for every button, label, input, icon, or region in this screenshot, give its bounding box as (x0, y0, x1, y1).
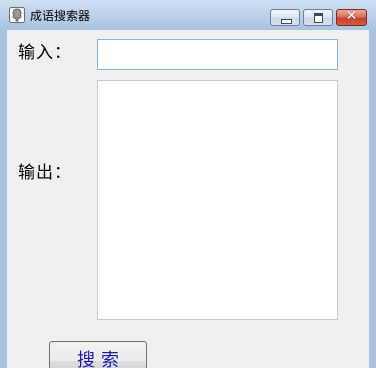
app-window: 成语搜索器 ✕ 输入： 输出： 搜索 (0, 0, 376, 368)
close-button[interactable]: ✕ (336, 8, 367, 26)
minimize-button[interactable] (270, 9, 300, 26)
window-title: 成语搜索器 (30, 9, 91, 23)
maximize-button[interactable] (303, 9, 333, 26)
client-area: 输入： 输出： 搜索 (7, 30, 369, 368)
output-label: 输出： (18, 163, 72, 183)
close-icon: ✕ (345, 8, 358, 24)
maximize-icon (314, 13, 323, 23)
title-bar[interactable]: 成语搜索器 ✕ (0, 0, 376, 30)
tree-icon (9, 7, 25, 23)
input-label: 输入： (18, 43, 72, 63)
search-button[interactable]: 搜索 (49, 341, 147, 368)
minimize-icon (281, 19, 292, 24)
idiom-input-field[interactable] (97, 39, 338, 70)
output-text-area[interactable] (97, 80, 338, 320)
